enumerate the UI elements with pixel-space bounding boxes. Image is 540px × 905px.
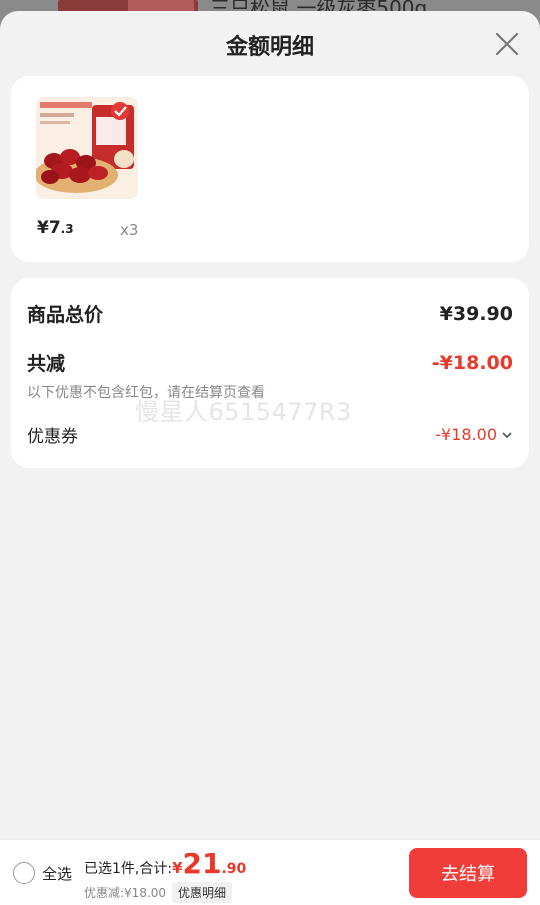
reduce-value: -¥18.00 xyxy=(431,351,513,374)
sheet-header: 金额明细 xyxy=(0,11,540,75)
product-price-decimal: .3 xyxy=(60,222,74,236)
reduce-label: 共减 xyxy=(27,353,66,375)
checkout-button[interactable]: 去结算 xyxy=(409,848,527,898)
coupon-value: -¥18.00 xyxy=(435,425,497,444)
coupon-value-toggle[interactable]: -¥18.00 xyxy=(435,425,513,444)
bottom-bar: 全选 已选1件,合计: ¥ 21 .90 优惠减:¥18.00 优惠明细 去结算 xyxy=(0,839,540,905)
watermark: 慢星人6515477R3 xyxy=(135,398,352,426)
total-label: 商品总价 xyxy=(27,304,104,326)
product-image[interactable] xyxy=(36,97,138,199)
amount-detail-sheet: 金额明细 ¥7.3 x3 商品总价 ¥39.90 共减 -¥18.00 以下优惠… xyxy=(0,11,540,905)
product-price-int: ¥7 xyxy=(37,218,61,238)
select-all-radio[interactable] xyxy=(13,862,35,884)
total-currency: ¥ xyxy=(172,859,183,877)
total-price-decimal: .90 xyxy=(221,861,247,877)
discount-detail-button[interactable]: 优惠明细 xyxy=(172,882,233,903)
total-price-int: 21 xyxy=(182,847,222,880)
selected-count-text: 已选1件,合计: xyxy=(84,861,173,877)
chevron-down-icon xyxy=(502,431,512,438)
total-value: ¥39.90 xyxy=(439,302,513,325)
total-row: 商品总价 ¥39.90 xyxy=(27,300,513,327)
close-button[interactable] xyxy=(494,31,520,57)
coupon-label: 优惠券 xyxy=(27,427,78,447)
product-image-graphic xyxy=(36,97,138,199)
select-all-label[interactable]: 全选 xyxy=(42,863,72,884)
close-icon xyxy=(495,32,519,56)
product-card: ¥7.3 x3 xyxy=(11,76,529,262)
discount-amount: 优惠减:¥18.00 xyxy=(84,886,167,900)
discount-line: 优惠减:¥18.00 优惠明细 xyxy=(84,882,233,903)
selected-summary: 已选1件,合计: ¥ 21 .90 xyxy=(84,849,246,879)
product-price: ¥7.3 xyxy=(37,218,74,238)
sheet-title: 金额明细 xyxy=(225,35,314,60)
summary-card: 商品总价 ¥39.90 共减 -¥18.00 以下优惠不包含红包，请在结算页查看… xyxy=(11,278,529,468)
product-quantity: x3 xyxy=(120,221,139,239)
reduce-row: 共减 -¥18.00 xyxy=(27,349,513,376)
